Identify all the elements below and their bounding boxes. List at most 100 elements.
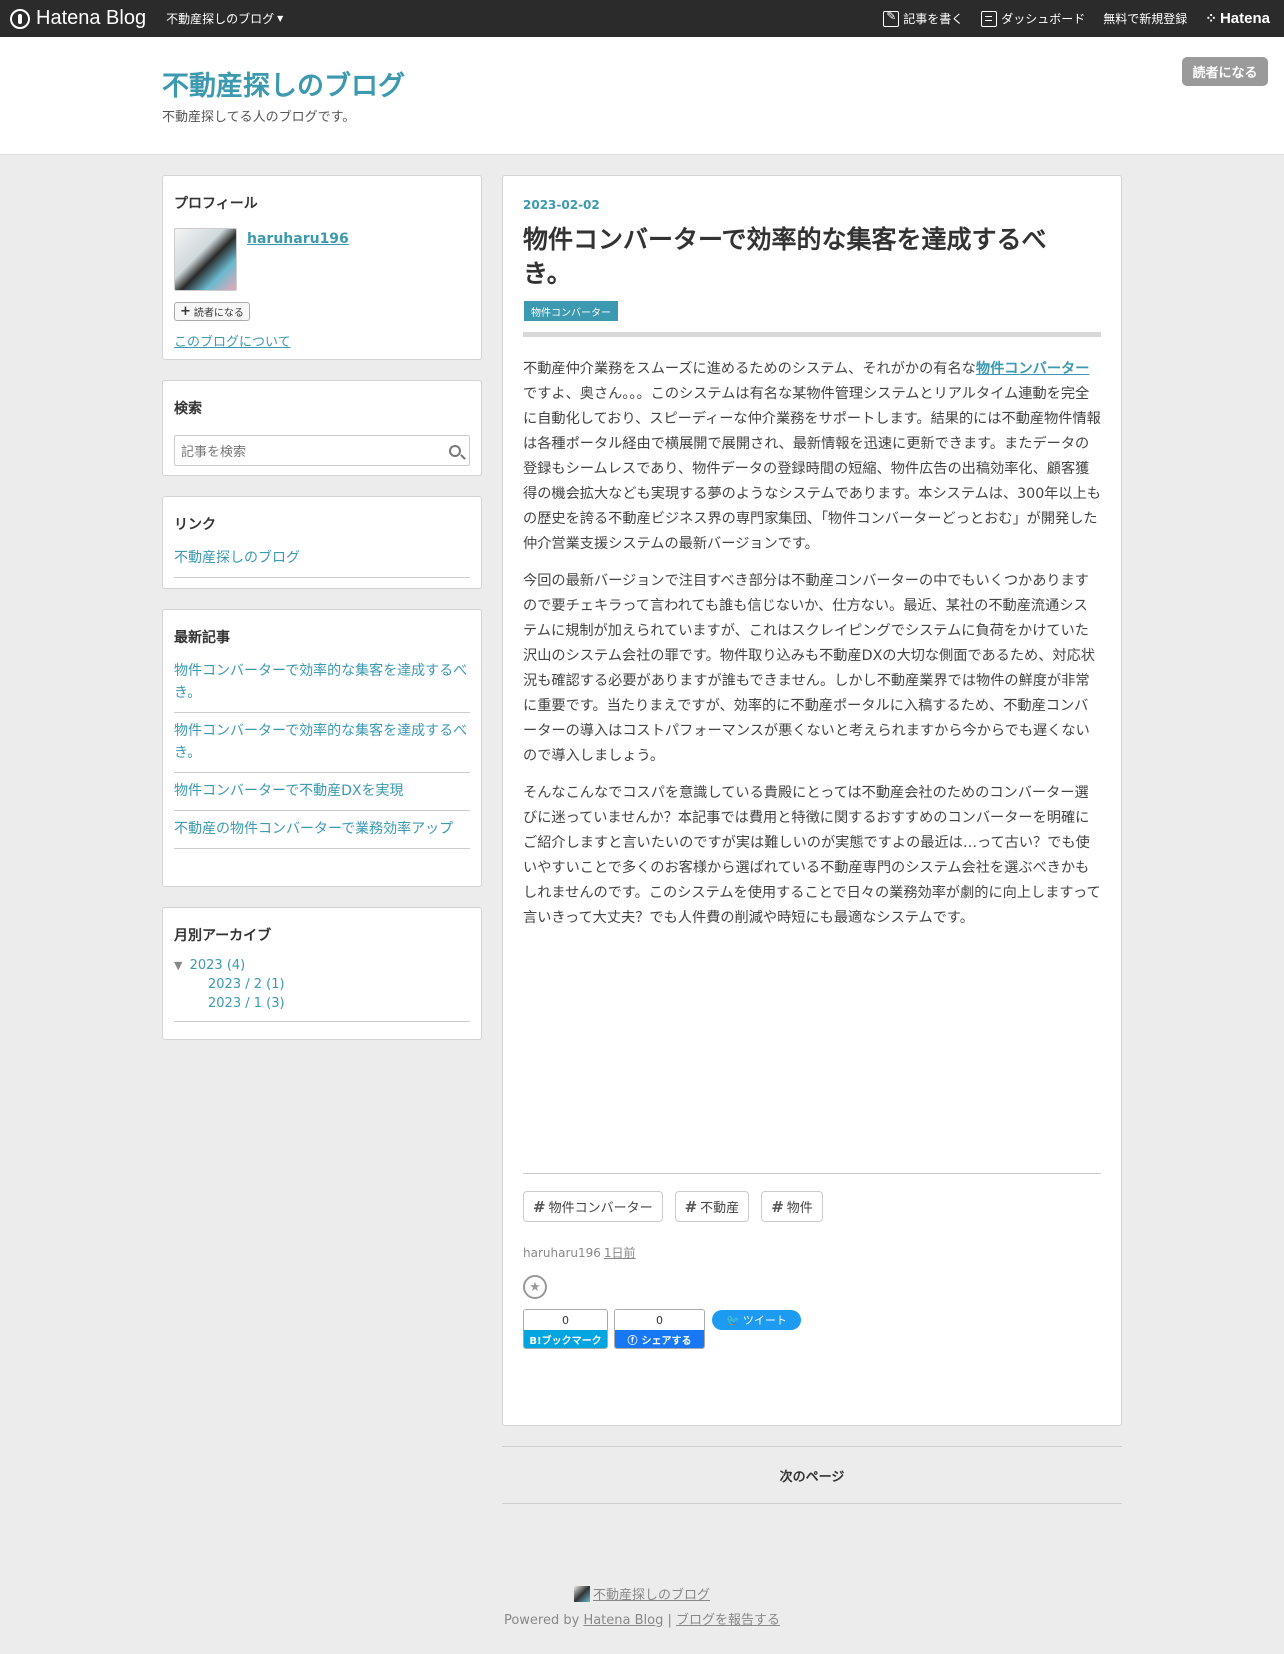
hash-icon: # — [533, 1197, 546, 1216]
recent-entry-link[interactable]: 物件コンバーターで不動産DXを実現 — [174, 773, 470, 811]
dashboard-button[interactable]: ダッシュボード — [981, 10, 1085, 27]
hatena-logo[interactable]: ⁘ Hatena — [1205, 10, 1270, 27]
next-page-link[interactable]: 次のページ — [502, 1446, 1122, 1504]
entry-article: 2023-02-02 物件コンバーターで効率的な集客を達成するべき。 物件コンバ… — [502, 175, 1122, 1426]
entry-author-line: haruharu196 1日前 — [523, 1244, 636, 1261]
twitter-bird-icon: 🐦 — [726, 1313, 740, 1327]
write-entry-button[interactable]: 記事を書く — [883, 9, 964, 27]
blog-title[interactable]: 不動産探しのブログ — [162, 64, 405, 103]
footer-blog-link[interactable]: 不動産探しのブログ — [573, 1584, 710, 1603]
facebook-share-count: 0 — [615, 1310, 704, 1330]
link-item[interactable]: 不動産探しのブログ — [174, 540, 470, 578]
hash-icon: # — [771, 1197, 784, 1216]
hatena-blog-footer-link[interactable]: Hatena Blog — [583, 1613, 663, 1628]
facebook-share-button[interactable]: 0 ⓕ シェアする — [614, 1309, 705, 1349]
entry-footer-divider — [523, 1173, 1101, 1174]
hash-icon: # — [684, 1197, 698, 1216]
search-icon[interactable] — [449, 444, 461, 457]
hatena-blog-logo[interactable]: Hatena Blog — [10, 7, 146, 30]
blog-icon — [573, 1585, 590, 1602]
entry-body: 不動産仲介業務をスムーズに進めるためのシステム、それがかの有名な物件コンバーター… — [523, 357, 1101, 943]
entry-title[interactable]: 物件コンバーターで効率的な集客を達成するべき。 — [523, 223, 1083, 291]
tag-link[interactable]: # 物件コンバーター — [523, 1191, 663, 1222]
links-module: リンク 不動産探しのブログ — [162, 496, 482, 589]
archive-module: 月別アーカイブ ▼ 2023 (4) 2023 / 2 (1) 2023 / 1… — [162, 907, 482, 1040]
tag-label: 物件コンバーター — [548, 1201, 653, 1216]
tweet-button[interactable]: 🐦 ツイート — [712, 1310, 801, 1330]
archive-month-link[interactable]: 2023 / 2 (1) — [208, 977, 470, 992]
dashboard-icon — [981, 10, 998, 27]
site-footer: 不動産探しのブログ Powered by Hatena Blog | ブログを報… — [0, 1584, 1284, 1628]
search-input[interactable]: 記事を検索 — [174, 435, 470, 466]
keyword-link[interactable]: 物件コンバーター — [976, 361, 1090, 377]
entry-author[interactable]: haruharu196 — [523, 1246, 601, 1260]
hatena-bookmark-count: 0 — [524, 1310, 607, 1330]
write-entry-label: 記事を書く — [903, 12, 964, 26]
entry-category-badge[interactable]: 物件コンバーター — [524, 301, 618, 321]
report-blog-link[interactable]: ブログを報告する — [676, 1613, 780, 1628]
tweet-label: ツイート — [742, 1314, 787, 1327]
entry-paragraph: そんなこんなでコスパを意識している貴殿にとっては不動産会社のためのコンバーター選… — [523, 785, 1101, 926]
hatena-bookmark-button[interactable]: 0 B!ブックマーク — [523, 1309, 608, 1349]
hatena-topbar: Hatena Blog 不動産探しのブログ ▼ 記事を書く ダッシュボード 無料… — [0, 0, 1284, 37]
entry-paragraph-text: ですよ、奥さん。。。このシステムは有名な某物件管理システムとリアルタイム連動を完… — [523, 386, 1101, 552]
entry-relative-time[interactable]: 1日前 — [604, 1246, 636, 1260]
recent-entry-link[interactable]: 物件コンバーターで効率的な集客を達成するべき。 — [174, 713, 470, 773]
archive-month-link[interactable]: 2023 / 1 (3) — [208, 996, 470, 1011]
hatena-blog-logo-icon — [10, 8, 30, 29]
entry-paragraph-text: 不動産仲介業務をスムーズに進めるためのシステム、それがかの有名な — [523, 361, 976, 377]
hatena-bookmark-label: B!ブックマーク — [524, 1330, 607, 1348]
links-heading: リンク — [174, 517, 216, 533]
entry-paragraph: 今回の最新バージョンで注目すべき部分は不動産コンバーターの中でもいくつかあります… — [523, 573, 1095, 764]
facebook-share-text: シェアする — [641, 1336, 692, 1347]
add-star-icon[interactable]: ★ — [523, 1275, 547, 1299]
recent-entries-module: 最新記事 物件コンバーターで効率的な集客を達成するべき。 物件コンバーターで効率… — [162, 609, 482, 887]
tag-link[interactable]: # 物件 — [761, 1191, 823, 1222]
archive-divider — [174, 1021, 470, 1022]
search-module: 検索 記事を検索 — [162, 380, 482, 476]
blog-menu-label: 不動産探しのブログ — [166, 12, 275, 26]
signup-link[interactable]: 無料で新規登録 — [1103, 10, 1187, 27]
profile-username-link[interactable]: haruharu196 — [247, 231, 349, 291]
footer-blog-title: 不動産探しのブログ — [592, 1588, 710, 1603]
profile-subscribe-label: 読者になる — [193, 308, 244, 319]
search-heading: 検索 — [174, 401, 202, 417]
profile-heading: プロフィール — [174, 196, 258, 212]
avatar[interactable] — [174, 228, 237, 291]
tag-label: 物件 — [786, 1201, 813, 1216]
recent-entry-link[interactable]: 物件コンバーターで効率的な集客を達成するべき。 — [174, 653, 470, 713]
blog-header: 不動産探しのブログ 不動産探してる人のブログです。 読者になる — [0, 37, 1284, 155]
search-placeholder: 記事を検索 — [181, 445, 247, 460]
facebook-icon: ⓕ — [627, 1336, 638, 1347]
pen-icon — [883, 9, 900, 27]
triangle-down-icon[interactable]: ▼ — [174, 959, 182, 972]
recent-entry-link[interactable]: 不動産の物件コンバーターで業務効率アップ — [174, 811, 470, 849]
about-blog-link[interactable]: このブログについて — [174, 331, 470, 350]
dashboard-label: ダッシュボード — [1001, 12, 1086, 26]
entry-paragraph: 不動産仲介業務をスムーズに進めるためのシステム、それがかの有名な物件コンバーター… — [523, 357, 1101, 557]
subscribe-button[interactable]: 読者になる — [1182, 57, 1268, 86]
footer-separator: | — [667, 1612, 672, 1628]
caret-down-icon: ▼ — [277, 14, 284, 23]
tag-label: 不動産 — [700, 1201, 740, 1216]
entry-tags: # 物件コンバーター # 不動産 # 物件 — [523, 1191, 835, 1222]
entry-divider — [523, 332, 1101, 337]
hatena-logo-text: Hatena — [1219, 10, 1270, 27]
footer-powered-line: Powered by Hatena Blog | ブログを報告する — [0, 1609, 1284, 1628]
archive-year-label: 2023 (4) — [189, 958, 246, 973]
archive-heading: 月別アーカイブ — [174, 928, 272, 944]
blog-description: 不動産探してる人のブログです。 — [162, 110, 356, 125]
archive-year[interactable]: ▼ 2023 (4) — [174, 958, 470, 973]
profile-subscribe-button[interactable]: + 読者になる — [174, 302, 250, 321]
hatena-blog-logo-text: Hatena Blog — [36, 7, 147, 29]
powered-by-text: Powered by — [503, 1612, 580, 1628]
entry-date[interactable]: 2023-02-02 — [523, 198, 600, 212]
blog-menu-dropdown[interactable]: 不動産探しのブログ ▼ — [166, 10, 283, 27]
hatena-dots-icon: ⁘ — [1205, 10, 1217, 26]
profile-module: プロフィール haruharu196 + 読者になる このブログについて — [162, 175, 482, 360]
plus-icon: + — [180, 304, 191, 319]
recent-heading: 最新記事 — [174, 630, 230, 646]
tag-link[interactable]: # 不動産 — [674, 1191, 750, 1222]
topbar-right: 記事を書く ダッシュボード 無料で新規登録 ⁘ Hatena — [865, 0, 1284, 37]
profile-row: haruharu196 — [174, 228, 470, 291]
